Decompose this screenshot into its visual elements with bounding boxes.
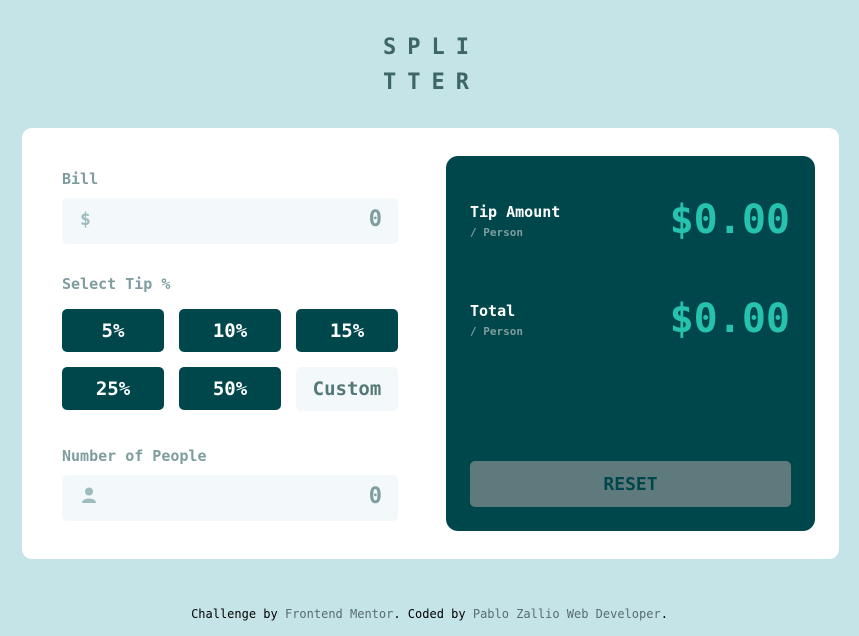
tip-button-50[interactable]: 50% [179, 367, 281, 410]
reset-button[interactable]: RESET [470, 461, 791, 507]
footer-suffix: . [660, 607, 668, 621]
tip-button-15[interactable]: 15% [296, 309, 398, 352]
logo-line-2: TTER [383, 70, 480, 95]
tip-button-10[interactable]: 10% [179, 309, 281, 352]
people-value: 0 [368, 484, 382, 509]
tip-button-25[interactable]: 25% [62, 367, 164, 410]
logo-line-1: SPLI [383, 35, 480, 60]
people-input[interactable]: 0 [62, 475, 398, 521]
footer-prefix: Challenge by [191, 607, 285, 621]
tip-amount-sub: / Person [470, 226, 523, 239]
calculator-card: Bill $ 0 Select Tip % 5% 10% 15% 25% 50%… [22, 128, 839, 559]
bill-value: 0 [368, 207, 382, 232]
bill-label: Bill [62, 170, 99, 188]
footer-middle: . Coded by [393, 607, 473, 621]
footer-link-author[interactable]: Pablo Zallio Web Developer [473, 607, 661, 621]
footer-attribution: Challenge by Frontend Mentor. Coded by P… [0, 607, 859, 621]
person-icon [82, 487, 96, 509]
tip-button-5[interactable]: 5% [62, 309, 164, 352]
tip-custom-input[interactable]: Custom [296, 367, 398, 411]
tip-amount-value: $0.00 [669, 197, 790, 243]
total-title: Total [470, 302, 516, 320]
total-sub: / Person [470, 325, 523, 338]
dollar-icon: $ [80, 209, 91, 230]
bill-input[interactable]: $ 0 [62, 198, 398, 244]
select-tip-label: Select Tip % [62, 275, 171, 293]
total-value: $0.00 [669, 296, 790, 342]
results-panel: Tip Amount / Person $0.00 Total / Person… [446, 156, 815, 531]
people-label: Number of People [62, 447, 207, 465]
footer-link-frontend-mentor[interactable]: Frontend Mentor [285, 607, 393, 621]
app-logo: SPLI TTER [383, 30, 483, 100]
tip-amount-title: Tip Amount [470, 203, 561, 221]
